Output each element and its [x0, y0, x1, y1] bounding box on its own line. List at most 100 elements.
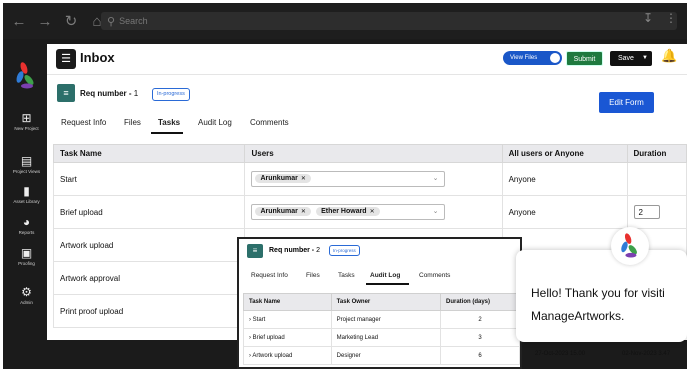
- sidebar-item-label: Admin: [20, 300, 33, 305]
- tab-audit-log[interactable]: Audit Log: [370, 272, 400, 279]
- users-cell: Arunkumar ✕ ⌄: [244, 162, 503, 196]
- folder-icon: ▮: [23, 184, 30, 198]
- back-arrow-icon[interactable]: ←: [9, 13, 29, 30]
- table-header-row: Task Name Users All users or Anyone Dura…: [52, 144, 687, 163]
- start-date: 27-Oct-2023 15.00: [535, 351, 586, 357]
- tab-comments[interactable]: Comments: [250, 118, 289, 127]
- user-chip-label: Arunkumar: [260, 175, 298, 182]
- task-name: Artwork approval: [52, 261, 246, 295]
- sidebar-item-label: Asset Library: [13, 199, 40, 204]
- app-header: ☰ Inbox View Files Submit Save ▼ 🔔: [47, 44, 687, 75]
- address-bar[interactable]: ⚲ Search: [101, 12, 677, 30]
- column-header: Duration: [626, 144, 687, 163]
- sidebar-item-new-project[interactable]: ⊞ New Project: [3, 111, 50, 131]
- active-tab-indicator: [151, 132, 183, 134]
- sidebar-item-project-views[interactable]: ▤ Project Views: [3, 154, 50, 174]
- table-row[interactable]: › Start Project manager 2: [243, 310, 521, 329]
- edit-form-button[interactable]: Edit Form: [599, 92, 654, 113]
- browser-toolbar: ← → ↻ ⌂ ⚲ Search ↧ ⋮: [3, 3, 687, 39]
- end-date: 02-Nov-2023 3.47: [622, 351, 671, 357]
- pie-chart-icon: ◕: [22, 215, 31, 229]
- table-row[interactable]: › Artwork upload Designer 6: [243, 346, 521, 365]
- magnify-icon: ▣: [20, 246, 33, 260]
- chevron-down-icon[interactable]: ⌄: [433, 207, 439, 215]
- tab-comments[interactable]: Comments: [419, 272, 450, 279]
- tab-audit-log[interactable]: Audit Log: [198, 118, 232, 127]
- sidebar-item-label: Project Views: [12, 169, 41, 174]
- submit-button[interactable]: Submit: [566, 51, 603, 66]
- task-name: › Artwork upload: [243, 346, 332, 365]
- download-icon[interactable]: ↧: [643, 11, 653, 25]
- tab-tasks[interactable]: Tasks: [158, 118, 180, 127]
- duration-cell: [626, 162, 687, 196]
- search-icon: ⚲: [107, 15, 116, 28]
- more-menu-icon[interactable]: ⋮: [665, 11, 677, 25]
- reload-icon[interactable]: ↻: [61, 12, 81, 30]
- chevron-down-icon[interactable]: ▼: [642, 51, 648, 66]
- page-title: Inbox: [80, 50, 115, 65]
- column-header: All users or Anyone: [501, 144, 628, 163]
- admin-icon: ⚙: [21, 285, 32, 299]
- save-label: Save: [618, 55, 634, 62]
- audit-log-table: Task Name Task Owner Duration (days) › S…: [243, 293, 521, 365]
- request-icon: ≡: [57, 84, 75, 102]
- remove-chip-icon[interactable]: ✕: [301, 176, 306, 182]
- request-number: 1: [133, 89, 139, 98]
- task-name: Start: [52, 162, 246, 196]
- request-number: 2: [316, 247, 320, 254]
- table-header-row: Task Name Task Owner Duration (days): [243, 293, 521, 311]
- sidebar-item-label: Proofing: [18, 261, 35, 266]
- remove-chip-icon[interactable]: ✕: [370, 209, 375, 215]
- task-name: › Brief upload: [243, 328, 332, 347]
- task-owner: Project manager: [330, 310, 441, 329]
- column-header: Task Owner: [330, 293, 441, 311]
- request-title: Req number - 2: [269, 247, 320, 254]
- duration-input[interactable]: 2: [633, 205, 660, 219]
- task-owner: Marketing Lead: [330, 328, 441, 347]
- task-name: › Start: [243, 310, 332, 329]
- tab-tasks[interactable]: Tasks: [338, 272, 355, 279]
- status-badge: In-progress: [152, 88, 190, 101]
- chat-avatar[interactable]: [611, 227, 649, 265]
- column-header: Task Name: [243, 293, 332, 311]
- table-row[interactable]: › Brief upload Marketing Lead 3: [243, 328, 521, 347]
- tab-request-info[interactable]: Request Info: [251, 272, 288, 279]
- tab-files[interactable]: Files: [306, 272, 320, 279]
- sidebar-item-proofing[interactable]: ▣ Proofing: [3, 246, 50, 266]
- view-files-label: View Files: [510, 55, 538, 61]
- tab-files[interactable]: Files: [124, 118, 141, 127]
- bell-icon[interactable]: 🔔: [661, 48, 677, 64]
- tab-request-info[interactable]: Request Info: [61, 118, 106, 127]
- sidebar-item-label: New Project: [14, 126, 39, 131]
- request-icon: ≡: [247, 244, 263, 258]
- sidebar-item-admin[interactable]: ⚙ Admin: [3, 285, 50, 305]
- request-title: Req number - 1: [80, 89, 138, 98]
- users-select[interactable]: Arunkumar ✕ Ether Howard ✕ ⌄: [251, 204, 446, 220]
- overlay-request-card: ≡ Req number - 2 In-progress Request Inf…: [237, 237, 522, 369]
- user-chip-label: Ether Howard: [321, 208, 367, 215]
- table-row: Start Arunkumar ✕ ⌄ Anyone: [52, 162, 687, 196]
- tab-bar: Request Info Files Tasks Audit Log Comme…: [47, 116, 687, 134]
- assignment-mode: Anyone: [501, 162, 628, 196]
- request-title-text: Req number -: [80, 89, 132, 98]
- task-duration: 3: [439, 328, 521, 347]
- remove-chip-icon[interactable]: ✕: [301, 209, 306, 215]
- chat-message: Hello! Thank you for visiti ManageArtwor…: [531, 282, 665, 328]
- task-name: Print proof upload: [52, 294, 246, 328]
- users-select[interactable]: Arunkumar ✕ ⌄: [251, 171, 446, 187]
- duration-cell: 2: [626, 195, 687, 229]
- sidebar-item-asset-library[interactable]: ▮ Asset Library: [3, 184, 50, 204]
- user-chip: Ether Howard ✕: [316, 207, 380, 216]
- user-chip: Arunkumar ✕: [255, 174, 311, 183]
- chevron-down-icon[interactable]: ⌄: [433, 174, 439, 182]
- view-files-toggle[interactable]: View Files: [503, 51, 562, 65]
- sidebar-item-label: Reports: [18, 230, 35, 235]
- sidebar: ⊞ New Project ▤ Project Views ▮ Asset Li…: [3, 43, 50, 369]
- sidebar-item-reports[interactable]: ◕ Reports: [3, 215, 50, 235]
- save-button[interactable]: Save ▼: [610, 51, 652, 66]
- forward-arrow-icon[interactable]: →: [35, 13, 55, 30]
- column-header: Users: [244, 144, 503, 163]
- task-name: Brief upload: [52, 195, 246, 229]
- menu-icon[interactable]: ☰: [56, 49, 76, 69]
- request-title-text: Req number -: [269, 247, 315, 254]
